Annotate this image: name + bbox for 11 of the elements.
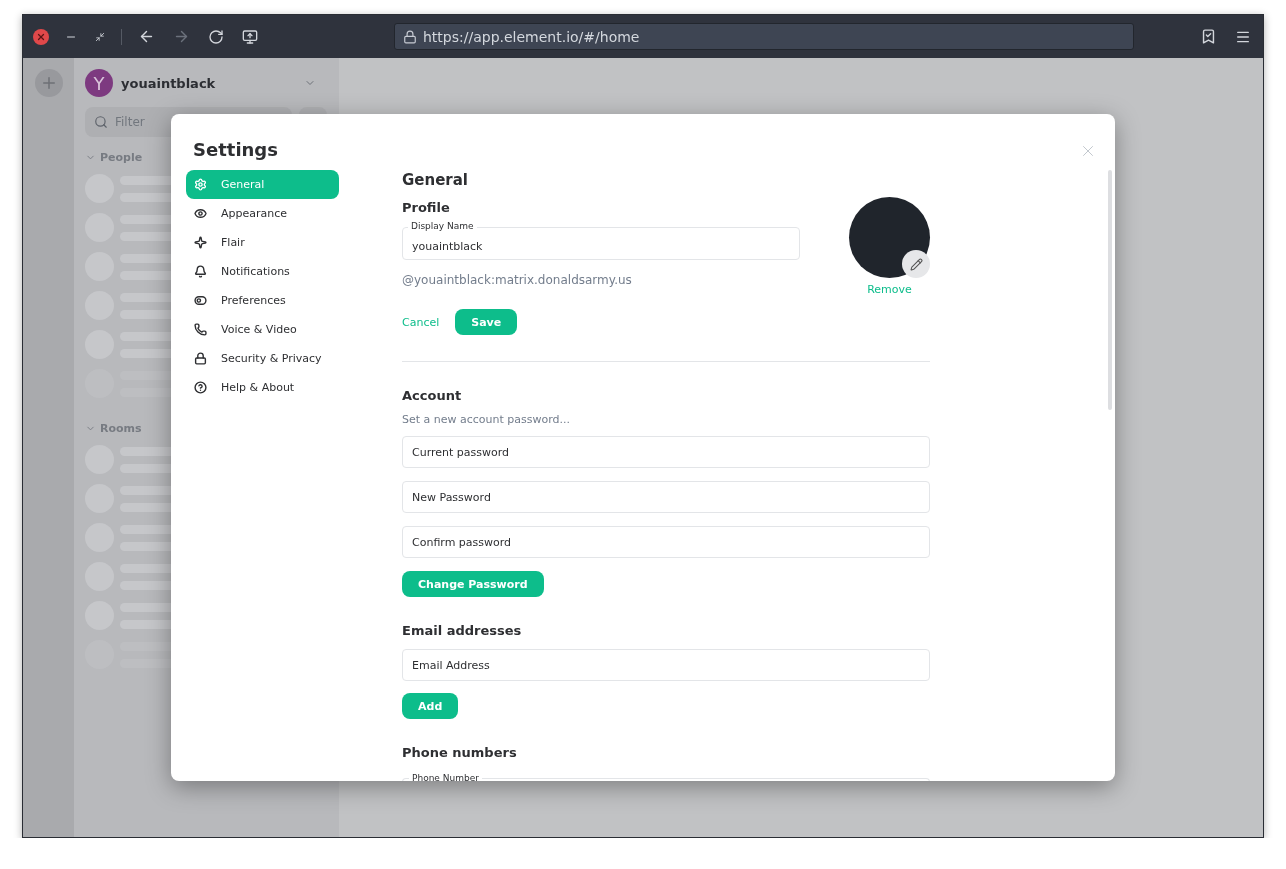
profile-heading: Profile (402, 200, 451, 215)
user-name: youaintblack (121, 75, 217, 91)
url-text: https://app.element.io/#/home (423, 28, 640, 45)
field-label: Display Name (408, 221, 477, 232)
phone-heading: Phone numbers (402, 745, 518, 760)
user-id: @youaintblack:matrix.donaldsarmy.us (402, 273, 633, 287)
email-heading: Email addresses (402, 623, 523, 638)
account-heading: Account (402, 388, 463, 403)
field-label: Phone Number (409, 773, 482, 781)
dialog-title: Settings (193, 139, 278, 160)
section-heading: General (402, 171, 469, 189)
